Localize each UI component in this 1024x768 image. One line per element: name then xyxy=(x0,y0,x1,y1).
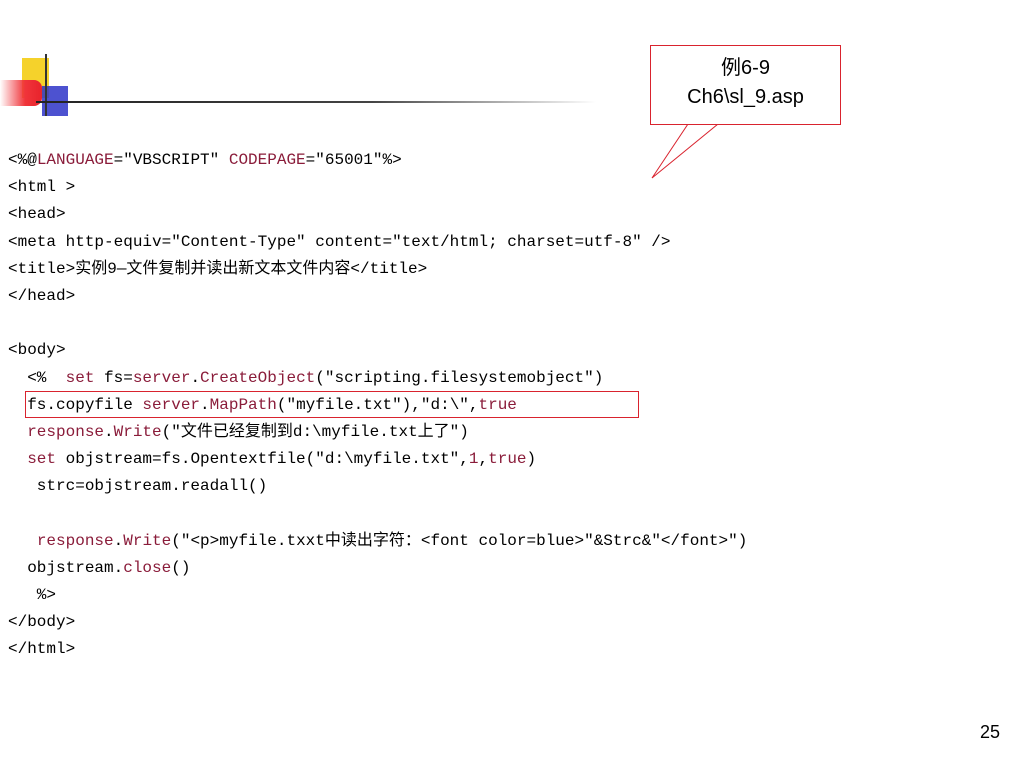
logo-vertical-line xyxy=(45,54,47,116)
code-token: CreateObject xyxy=(200,368,316,387)
code-token: server xyxy=(132,368,191,387)
code-line: </head> xyxy=(8,283,1008,310)
code-token: Write xyxy=(123,531,172,550)
code-token: ("文件已经复制到d:\myfile.txt上了") xyxy=(161,422,469,441)
code-token: <% xyxy=(8,368,66,387)
code-token: objstream=fs.Opentextfile("d:\myfile.txt… xyxy=(56,450,469,469)
code-token: <title>实例9—文件复制并读出新文本文件内容</title> xyxy=(8,259,428,278)
code-token: <head> xyxy=(8,205,66,224)
code-token: set xyxy=(27,450,57,469)
code-token: ) xyxy=(526,450,537,469)
code-token: <%@ xyxy=(8,151,37,169)
code-token: <body> xyxy=(8,341,66,360)
code-line: <body> xyxy=(8,337,1008,364)
code-token: strc=objstream.readall() xyxy=(8,477,268,496)
code-line: <head> xyxy=(8,201,1008,228)
code-token: close xyxy=(123,558,172,577)
callout-box: 例6-9 Ch6\sl_9.asp xyxy=(650,45,841,125)
code-token: ("scripting.filesystemobject") xyxy=(315,368,604,387)
code-line: response.Write("文件已经复制到d:\myfile.txt上了") xyxy=(8,419,1008,446)
code-token: objstream. xyxy=(8,558,124,577)
title-underline xyxy=(36,101,596,103)
code-token: response xyxy=(36,531,114,550)
slide-logo-decoration xyxy=(0,0,640,130)
code-token: true xyxy=(488,450,527,469)
code-token: . xyxy=(190,368,201,387)
code-token: () xyxy=(171,558,191,577)
code-token: </head> xyxy=(8,286,76,305)
code-line: strc=objstream.readall() xyxy=(8,473,1008,500)
code-token: . xyxy=(104,422,114,441)
code-token: 1 xyxy=(468,450,479,469)
code-token: Write xyxy=(113,422,162,441)
callout-file-path: Ch6\sl_9.asp xyxy=(687,86,804,108)
callout-example-label: 例6-9 xyxy=(721,57,770,79)
code-line: </html> xyxy=(8,636,1008,663)
code-line: %> xyxy=(8,582,1008,609)
code-token: </body> xyxy=(8,613,76,632)
code-token: CODEPAGE xyxy=(228,151,306,169)
code-token: ("<p>myfile.txxt中读出字符：<font color=blue>"… xyxy=(171,531,748,550)
code-line: <%@LANGUAGE="VBSCRIPT" CODEPAGE="65001"%… xyxy=(8,147,1008,174)
copyfile-highlight-box xyxy=(25,391,639,418)
code-token: . xyxy=(113,531,124,550)
code-line: <% set fs=server.CreateObject("scripting… xyxy=(8,365,1008,392)
code-line: <meta http-equiv="Content-Type" content=… xyxy=(8,229,1008,256)
code-token: , xyxy=(478,450,489,469)
code-line: objstream.close() xyxy=(8,555,1008,582)
code-line: <html > xyxy=(8,174,1008,201)
code-token: set xyxy=(65,368,95,387)
code-line: set objstream=fs.Opentextfile("d:\myfile… xyxy=(8,446,1008,473)
code-token: <html > xyxy=(8,178,76,197)
code-token: ="65001"%> xyxy=(305,151,402,169)
code-line: response.Write("<p>myfile.txxt中读出字符：<fon… xyxy=(8,528,1008,555)
code-token: LANGUAGE xyxy=(36,151,114,169)
code-token: fs= xyxy=(94,368,133,387)
code-token: <meta http-equiv="Content-Type" content=… xyxy=(8,232,671,251)
code-token: %> xyxy=(8,586,57,604)
code-token: ="VBSCRIPT" xyxy=(113,151,229,169)
page-number: 25 xyxy=(979,722,1000,742)
code-line: </body> xyxy=(8,609,1008,636)
code-line: <title>实例9—文件复制并读出新文本文件内容</title> xyxy=(8,256,1008,283)
code-token: </html> xyxy=(8,640,76,659)
code-token: response xyxy=(27,422,105,441)
